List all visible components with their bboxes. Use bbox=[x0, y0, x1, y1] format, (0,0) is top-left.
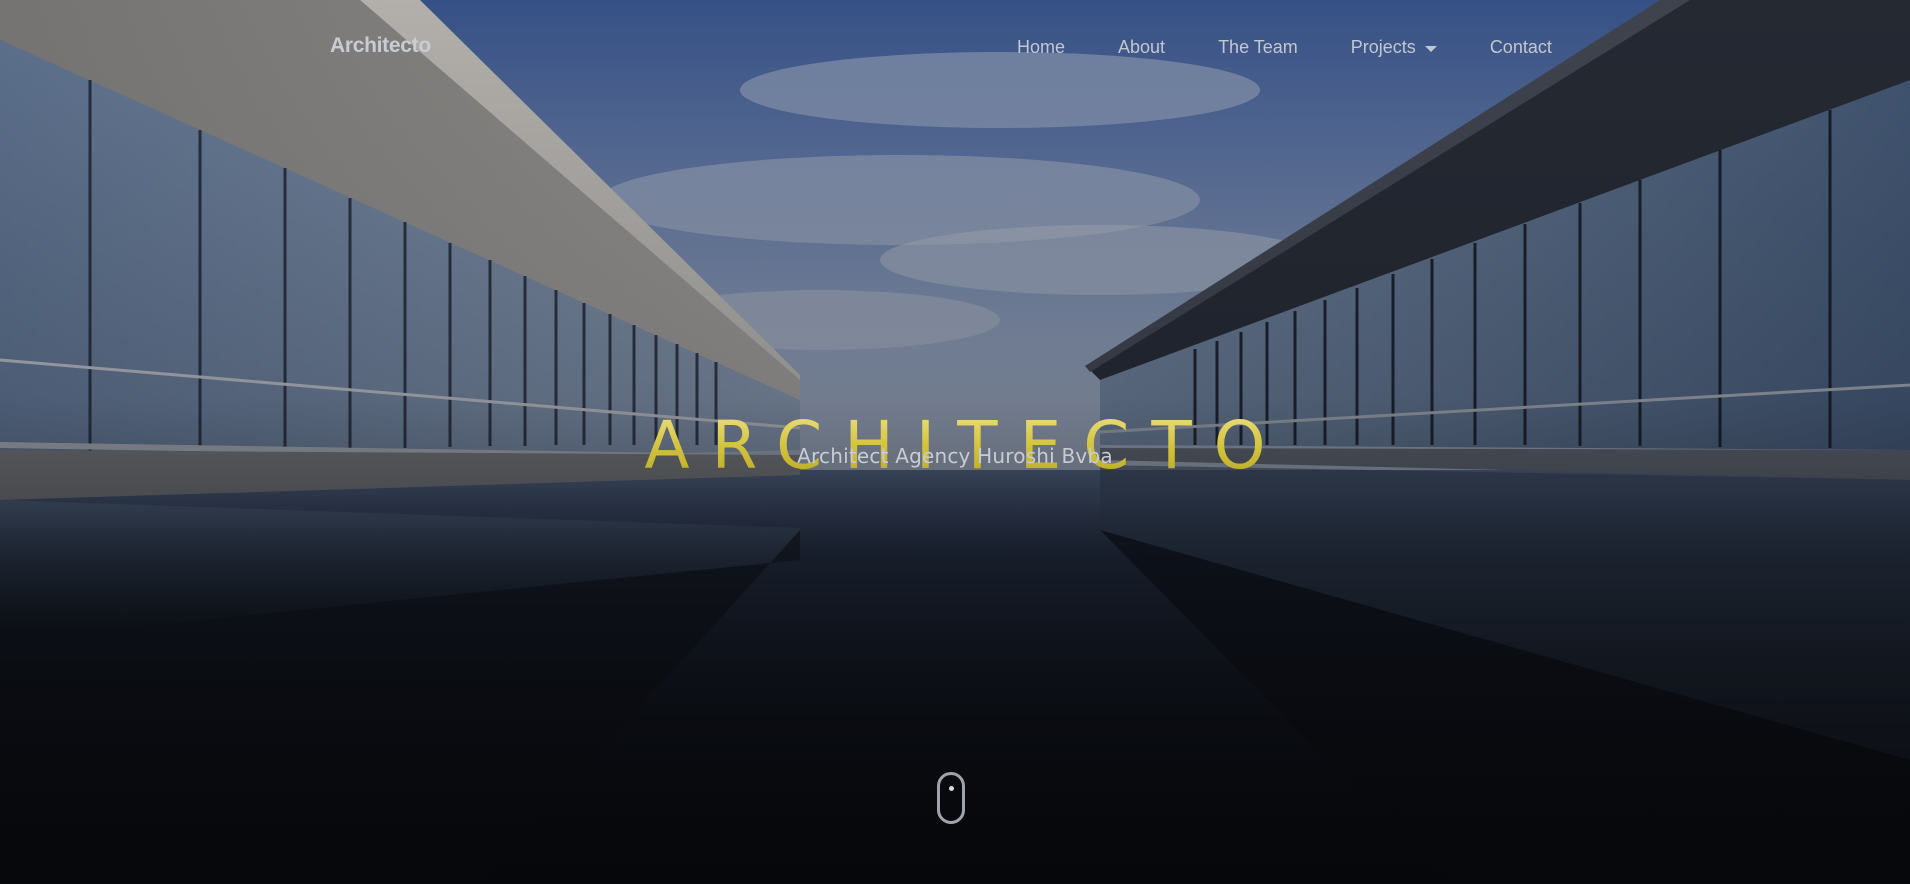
caret-down-icon bbox=[1424, 45, 1437, 52]
hero-subtitle: Architect Agency Huroshi Bvba bbox=[797, 444, 1113, 468]
scroll-wheel-dot bbox=[948, 786, 954, 791]
nav-dropdown-projects-label: Projects bbox=[1350, 37, 1416, 57]
nav-menu: Home About The Team Projects Contact bbox=[1017, 37, 1552, 58]
nav-link-about[interactable]: About bbox=[1118, 37, 1165, 58]
brand-logo-link[interactable]: Architecto bbox=[330, 34, 431, 58]
mouse-scroll-icon[interactable] bbox=[937, 772, 965, 824]
nav-link-contact[interactable]: Contact bbox=[1490, 37, 1552, 58]
top-navbar: Architecto Home About The Team Projects … bbox=[0, 0, 1910, 97]
nav-link-home[interactable]: Home bbox=[1017, 37, 1065, 58]
hero-section: Architecto Home About The Team Projects … bbox=[0, 0, 1910, 884]
nav-link-the-team[interactable]: The Team bbox=[1218, 37, 1298, 58]
nav-dropdown-projects[interactable]: Projects bbox=[1351, 37, 1437, 58]
